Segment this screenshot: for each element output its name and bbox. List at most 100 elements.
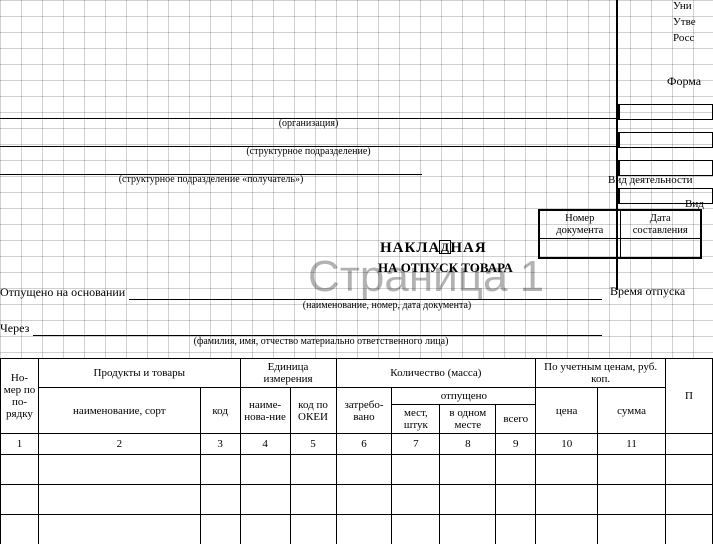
title-main: НАКЛАДНАЯ — [380, 240, 540, 257]
colnum-2: 2 — [38, 434, 200, 455]
th-code: код — [200, 388, 240, 434]
cell-sum[interactable] — [598, 455, 666, 485]
cell-n[interactable] — [1, 455, 39, 485]
time-release-label: Время отпуска — [610, 284, 713, 299]
th-requested: затребо-вано — [336, 388, 392, 434]
th-sum: сумма — [598, 388, 666, 434]
th-price-group: По учетным ценам, руб. коп. — [536, 359, 666, 388]
th-places: мест, штук — [392, 405, 440, 434]
doc-number-header: Номер документа — [540, 211, 620, 238]
table-row — [1, 485, 713, 515]
cell-p2[interactable] — [666, 485, 713, 515]
colnum-12 — [666, 434, 713, 455]
recipient-subdivision-caption: (структурное подразделение «получатель») — [0, 174, 422, 185]
cell-code[interactable] — [200, 455, 240, 485]
th-products: Продукты и товары — [38, 359, 240, 388]
cell-okei[interactable] — [290, 455, 336, 485]
cell-name[interactable] — [38, 455, 200, 485]
th-unit: Единица измерения — [240, 359, 336, 388]
cell-price[interactable] — [536, 485, 598, 515]
cell-total[interactable] — [496, 515, 536, 544]
through-label: Через — [0, 321, 29, 336]
doc-number-value[interactable] — [540, 239, 620, 257]
th-price-group-2: П — [666, 359, 713, 434]
colnum-11: 11 — [598, 434, 666, 455]
top-meta-line1: Уни — [673, 0, 713, 16]
cell-n[interactable] — [1, 515, 39, 544]
th-released: отпущено — [392, 388, 536, 405]
cell-total[interactable] — [496, 485, 536, 515]
cell-unit_name[interactable] — [240, 455, 290, 485]
cell-name[interactable] — [38, 515, 200, 544]
activity-kind-label: Вид деятельности — [608, 174, 713, 190]
cell-per[interactable] — [440, 515, 496, 544]
colnum-7: 7 — [392, 434, 440, 455]
th-qty: Количество (масса) — [336, 359, 536, 388]
basis-label: Отпущено на основании — [0, 285, 125, 300]
code-box-1[interactable] — [618, 104, 713, 120]
cell-code[interactable] — [200, 485, 240, 515]
cell-per[interactable] — [440, 485, 496, 515]
table-row — [1, 455, 713, 485]
top-meta-line2: Утве — [673, 16, 713, 32]
cell-req[interactable] — [336, 455, 392, 485]
th-price: цена — [536, 388, 598, 434]
cell-unit_name[interactable] — [240, 485, 290, 515]
colnum-6: 6 — [336, 434, 392, 455]
cell-price[interactable] — [536, 515, 598, 544]
code-box-2[interactable] — [618, 132, 713, 148]
subdivision-caption: (структурное подразделение) — [0, 146, 617, 157]
colnum-4: 4 — [240, 434, 290, 455]
cell-places[interactable] — [392, 485, 440, 515]
colnum-1: 1 — [1, 434, 39, 455]
title-main-post: НАЯ — [450, 240, 486, 256]
cell-p2[interactable] — [666, 455, 713, 485]
cell-code[interactable] — [200, 515, 240, 544]
top-meta-line3: Росс — [673, 32, 713, 48]
cell-places[interactable] — [392, 515, 440, 544]
basis-row: Отпущено на основании — [0, 284, 602, 300]
cell-sum[interactable] — [598, 485, 666, 515]
cell-sum[interactable] — [598, 515, 666, 544]
cell-places[interactable] — [392, 455, 440, 485]
cell-unit_name[interactable] — [240, 515, 290, 544]
title-sub: НА ОТПУСК ТОВАРА — [378, 260, 558, 276]
colnum-9: 9 — [496, 434, 536, 455]
cell-name[interactable] — [38, 485, 200, 515]
basis-field[interactable] — [129, 285, 602, 300]
title-main-pre: НАКЛА — [380, 240, 440, 256]
th-per-place: в одном месте — [440, 405, 496, 434]
basis-caption: (наименование, номер, дата документа) — [172, 300, 602, 311]
forma-label: Форма — [667, 74, 713, 92]
doc-number-date-box: Номер документа Дата составления — [538, 209, 702, 259]
cell-n[interactable] — [1, 485, 39, 515]
colnum-5: 5 — [290, 434, 336, 455]
through-field[interactable] — [33, 321, 602, 336]
colnum-3: 3 — [200, 434, 240, 455]
th-unit-name: наиме-нова-ние — [240, 388, 290, 434]
through-caption: (фамилия, имя, отчество материально отве… — [40, 336, 602, 347]
through-row: Через — [0, 320, 602, 336]
cell-okei[interactable] — [290, 515, 336, 544]
th-number: Но-мер по по-рядку — [1, 359, 39, 434]
doc-date-header: Дата составления — [620, 211, 701, 238]
cell-okei[interactable] — [290, 485, 336, 515]
recipient-subdivision-field[interactable] — [0, 160, 422, 175]
cell-per[interactable] — [440, 455, 496, 485]
organization-field[interactable] — [0, 104, 617, 119]
doc-date-value[interactable] — [620, 239, 701, 257]
th-total: всего — [496, 405, 536, 434]
organization-caption: (организация) — [0, 118, 617, 129]
table-row — [1, 515, 713, 544]
cell-price[interactable] — [536, 455, 598, 485]
top-meta-block: Уни Утве Росс — [673, 0, 713, 48]
cell-req[interactable] — [336, 485, 392, 515]
colnum-8: 8 — [440, 434, 496, 455]
th-okei: код по ОКЕИ — [290, 388, 336, 434]
cell-total[interactable] — [496, 455, 536, 485]
colnum-10: 10 — [536, 434, 598, 455]
subdivision-field[interactable] — [0, 132, 617, 147]
cell-req[interactable] — [336, 515, 392, 544]
main-table: Но-мер по по-рядку Продукты и товары Еди… — [0, 358, 713, 544]
cell-p2[interactable] — [666, 515, 713, 544]
